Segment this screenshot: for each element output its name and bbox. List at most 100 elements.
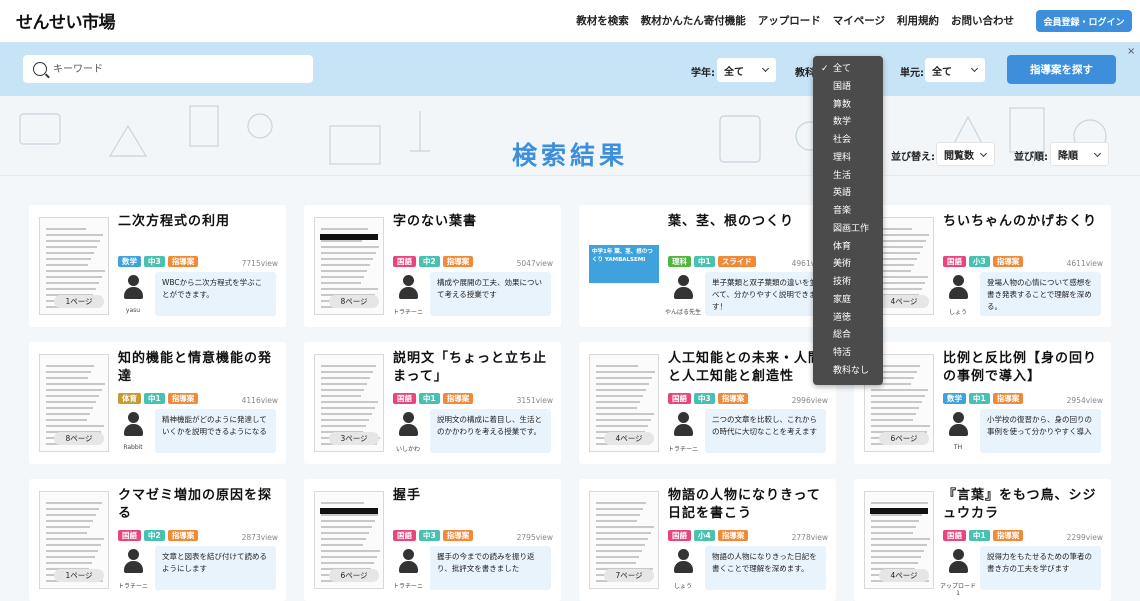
order-select[interactable]: 降順 [1050, 142, 1109, 166]
subject-option[interactable]: 音楽 [813, 203, 883, 221]
material-title[interactable]: クマゼミ増加の原因を探る [118, 487, 278, 523]
nav-terms[interactable]: 利用規約 [897, 13, 939, 28]
tag-badge: 指導案 [717, 393, 749, 404]
tag-badge: 指導案 [442, 256, 474, 267]
author-avatar-icon [670, 411, 696, 441]
material-card[interactable]: 8ページ 字のない葉書 国語 中2 指導案 5047view トラチーニ 構成や展開の工夫、効… [304, 205, 561, 327]
view-count: 2299view [1066, 533, 1103, 542]
material-card[interactable]: 3ページ 説明文「ちょっと立ち止まって」 国語 中1 指導案 3151view いしかわ 説明… [304, 342, 561, 464]
subject-option[interactable]: 算数 [813, 97, 883, 115]
subject-option[interactable]: 技術 [813, 274, 883, 292]
material-card[interactable]: 中学1年 葉、茎、根のつくり YAMBALSEMI 葉、茎、根のつくり理科 中1 スラ… [579, 205, 836, 327]
sort-label: 並び替え: [891, 152, 935, 163]
nav-contact[interactable]: お問い合わせ [951, 13, 1014, 28]
material-card[interactable]: 4ページ 人工知能との未来・人間と人工知能と創造性 国語 中3 指導案 2996view ト… [579, 342, 836, 464]
view-count: 2996view [791, 396, 828, 405]
tag-badge: 国語 [393, 256, 416, 267]
material-description: 握手の今までの読みを振り返り、批評文を書きました [430, 546, 551, 590]
view-count: 4611view [1066, 259, 1103, 268]
nav-upload[interactable]: アップロード [758, 13, 821, 28]
page-count-badge: 8ページ [329, 295, 379, 308]
material-title[interactable]: 説明文「ちょっと立ち止まって」 [393, 350, 553, 386]
material-title[interactable]: 字のない葉書 [393, 213, 553, 231]
material-thumbnail[interactable]: 7ページ [589, 491, 659, 589]
material-card[interactable]: 4ページ ちいちゃんのかげおくり 国語 小3 指導案 4611view しょう 登場人物の心情… [854, 205, 1111, 327]
material-thumbnail[interactable]: 8ページ [314, 217, 384, 315]
material-card[interactable]: 7ページ 物語の人物になりきって日記を書こう 国語 小4 指導案 2778view しょう 物… [579, 479, 836, 601]
unit-label: 単元: [900, 68, 924, 79]
material-thumbnail[interactable]: 1ページ [39, 491, 109, 589]
nav-mypage[interactable]: マイページ [833, 13, 885, 28]
tag-badge: 指導案 [992, 393, 1024, 404]
main-nav: 教材を検索 教材かんたん寄付機能 アップロード マイページ 利用規約 お問い合わ… [576, 13, 1014, 28]
material-thumbnail[interactable]: 6ページ [314, 491, 384, 589]
material-thumbnail[interactable]: 3ページ [314, 354, 384, 452]
material-title[interactable]: 物語の人物になりきって日記を書こう [668, 487, 828, 523]
grade-select[interactable]: 全て [717, 58, 776, 82]
close-icon[interactable]: × [1127, 46, 1135, 57]
search-input[interactable] [53, 60, 303, 78]
material-card[interactable]: 1ページ クマゼミ増加の原因を探る 国語 中2 指導案 2873view トラチーニ 文章と図… [29, 479, 286, 601]
material-thumbnail[interactable]: 中学1年 葉、茎、根のつくり YAMBALSEMI [589, 245, 659, 285]
page-count-badge: 4ページ [879, 569, 929, 582]
subject-option[interactable]: 社会 [813, 132, 883, 150]
material-thumbnail[interactable]: 8ページ [39, 354, 109, 452]
search-icon [33, 62, 47, 76]
material-title[interactable]: 二次方程式の利用 [118, 213, 278, 231]
subject-option[interactable]: 美術 [813, 256, 883, 274]
material-card[interactable]: 6ページ 比例と反比例【身の回りの事例で導入】 数学 中1 指導案 2954view TH 小… [854, 342, 1111, 464]
subject-option[interactable]: 生活 [813, 168, 883, 186]
find-lesson-plans-button[interactable]: 指導案を探す [1007, 55, 1116, 84]
subject-option[interactable]: 教科なし [813, 363, 883, 381]
author-avatar-icon [120, 548, 146, 578]
view-count: 2778view [791, 533, 828, 542]
material-title[interactable]: 知的機能と情意機能の発達 [118, 350, 278, 386]
site-logo[interactable]: せんせい市場 [16, 8, 116, 33]
material-title[interactable]: 葉、茎、根のつくり [668, 213, 828, 231]
material-thumbnail[interactable]: 1ページ [39, 217, 109, 315]
subject-option[interactable]: 英語 [813, 185, 883, 203]
subject-option[interactable]: 国語 [813, 79, 883, 97]
page-count-badge: 3ページ [329, 432, 379, 445]
tag-list: 理科 中1 スライド [668, 256, 756, 267]
page-count-badge: 4ページ [879, 295, 929, 308]
author-name: トラチーニ [392, 583, 423, 590]
tag-badge: スライド [717, 256, 756, 267]
subject-option[interactable]: 特活 [813, 345, 883, 363]
author-avatar-icon [395, 548, 421, 578]
nav-search-materials[interactable]: 教材を検索 [576, 13, 629, 28]
subject-option[interactable]: 総合 [813, 327, 883, 345]
subject-option[interactable]: 道徳 [813, 310, 883, 328]
sort-select[interactable]: 閲覧数 [936, 142, 995, 166]
material-description: 物語の人物になりきった日記を書くことで理解を深めます。 [705, 546, 826, 590]
tag-badge: 数学 [118, 256, 141, 267]
subject-option[interactable]: 体育 [813, 239, 883, 257]
subject-option[interactable]: 図画工作 [813, 221, 883, 239]
material-title[interactable]: 比例と反比例【身の回りの事例で導入】 [943, 350, 1103, 386]
login-button[interactable]: 会員登録・ログイン [1036, 10, 1132, 32]
subject-option[interactable]: 全て [813, 61, 883, 79]
material-description: 小学校の復習から、身の回りの事例を使って分かりやすく導入 [980, 409, 1101, 453]
material-title[interactable]: ちいちゃんのかげおくり [943, 213, 1103, 231]
material-card[interactable]: 1ページ 二次方程式の利用 数学 中3 指導案 7715view yasu WBCから二次方程… [29, 205, 286, 327]
material-title[interactable]: 人工知能との未来・人間と人工知能と創造性 [668, 350, 828, 386]
material-thumbnail[interactable]: 4ページ [589, 354, 659, 452]
unit-select[interactable]: 全て [925, 58, 985, 82]
material-card[interactable]: 6ページ 握手 国語 中3 指導案 2795view トラチーニ 握手の今までの読みを振り返り… [304, 479, 561, 601]
material-card[interactable]: 4ページ 『言葉』をもつ鳥、シジュウカラ 国語 中1 指導案 2299view アップロード… [854, 479, 1111, 601]
material-thumbnail[interactable]: 4ページ [864, 491, 934, 589]
subject-option[interactable]: 数学 [813, 114, 883, 132]
material-description: 構成や展開の工夫、効果について考える授業です [430, 272, 551, 316]
material-description: WBCから二次方程式を学ぶことができます。 [155, 272, 276, 316]
nav-donation[interactable]: 教材かんたん寄付機能 [641, 13, 746, 28]
subject-option[interactable]: 家庭 [813, 292, 883, 310]
material-title[interactable]: 『言葉』をもつ鳥、シジュウカラ [943, 487, 1103, 523]
tag-list: 国語 小3 指導案 [943, 256, 1024, 267]
tag-badge: 指導案 [992, 256, 1024, 267]
order-label: 並び順: [1014, 152, 1048, 163]
tag-badge: 国語 [393, 393, 416, 404]
subject-option[interactable]: 理科 [813, 150, 883, 168]
material-card[interactable]: 8ページ 知的機能と情意機能の発達 体育 中1 指導案 4116view Rabbit 精神機… [29, 342, 286, 464]
tag-list: 数学 中1 指導案 [943, 393, 1024, 404]
material-title[interactable]: 握手 [393, 487, 553, 505]
